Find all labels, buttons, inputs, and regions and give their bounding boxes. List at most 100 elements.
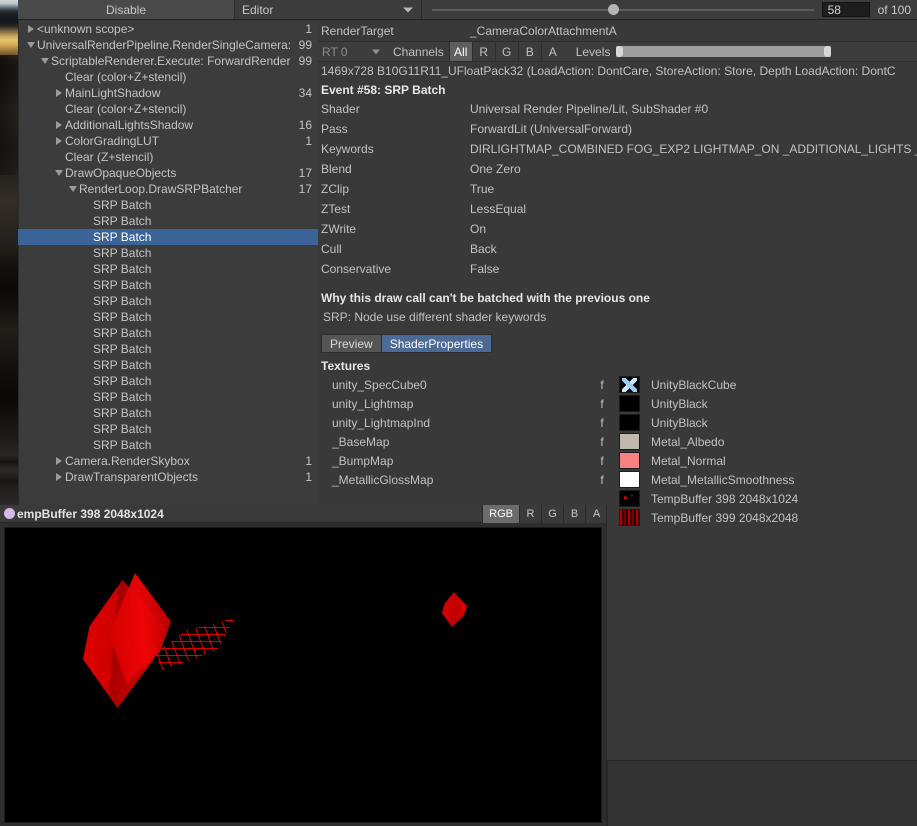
shader-state-key: ZTest xyxy=(318,202,470,216)
preview-channel-rgb[interactable]: RGB xyxy=(482,505,519,523)
channel-button-r[interactable]: R xyxy=(472,42,495,61)
texture-property-name: unity_LightmapInd xyxy=(318,416,588,430)
tree-row[interactable]: Clear (color+Z+stencil) xyxy=(18,101,318,117)
tree-row[interactable]: Camera.RenderSkybox1 xyxy=(18,453,318,469)
preview-texture-icon xyxy=(4,508,15,519)
tree-row[interactable]: UniversalRenderPipeline.RenderSingleCame… xyxy=(18,37,318,53)
tree-row-label: SRP Batch xyxy=(93,389,306,405)
disable-button[interactable]: Disable xyxy=(18,0,235,19)
tree-row-label: SRP Batch xyxy=(93,341,306,357)
tree-toggle-right-icon[interactable] xyxy=(52,457,65,465)
texture-swatch-black[interactable] xyxy=(619,414,640,431)
shader-state-key: Blend xyxy=(318,162,470,176)
temp-buffer-thumb xyxy=(620,491,639,506)
tree-toggle-down-icon[interactable] xyxy=(52,170,65,176)
tree-row[interactable]: DrawTransparentObjects1 xyxy=(18,469,318,485)
channel-button-g[interactable]: G xyxy=(495,42,518,61)
tree-row-count: 1 xyxy=(305,21,312,37)
tree-row[interactable]: ScriptableRenderer.Execute: ForwardRende… xyxy=(18,53,318,69)
tree-row-label: DrawTransparentObjects xyxy=(65,469,299,485)
tree-row[interactable]: ColorGradingLUT1 xyxy=(18,133,318,149)
chevron-down-icon xyxy=(41,58,49,64)
texture-row: unity_LightmapIndfUnityBlack xyxy=(318,413,917,432)
tree-row[interactable]: SRP Batch xyxy=(18,373,318,389)
tab-shaderproperties[interactable]: ShaderProperties xyxy=(381,334,492,353)
tree-row-label: SRP Batch xyxy=(93,261,306,277)
tree-row-label: SRP Batch xyxy=(93,197,306,213)
tree-row[interactable]: SRP Batch xyxy=(18,437,318,453)
cubemap-cross-icon xyxy=(622,378,637,392)
preview-channel-b[interactable]: B xyxy=(563,505,585,523)
preview-shape-small xyxy=(442,592,467,627)
tree-toggle-right-icon[interactable] xyxy=(52,121,65,129)
texture-value: Metal_MetallicSmoothness xyxy=(640,473,794,487)
tree-row[interactable]: Clear (color+Z+stencil) xyxy=(18,69,318,85)
preview-channel-g[interactable]: G xyxy=(541,505,563,523)
detail-tab-bar[interactable]: PreviewShaderProperties xyxy=(318,334,917,353)
texture-row: unity_SpecCube0fUnityBlackCube xyxy=(318,375,917,394)
tree-row[interactable]: SRP Batch xyxy=(18,229,318,245)
texture-swatch-temp399[interactable] xyxy=(619,509,640,526)
frame-event-tree[interactable]: <unknown scope>1UniversalRenderPipeline.… xyxy=(18,21,318,505)
tree-row[interactable]: AdditionalLightsShadow16 xyxy=(18,117,318,133)
preview-channel-r[interactable]: R xyxy=(519,505,541,523)
event-index-input[interactable]: 58 xyxy=(822,2,870,17)
texture-swatch-albedo[interactable] xyxy=(619,433,640,450)
texture-swatch-speccube[interactable] xyxy=(619,376,640,393)
tree-row[interactable]: SRP Batch xyxy=(18,197,318,213)
tree-toggle-down-icon[interactable] xyxy=(38,58,51,64)
texture-swatch-black[interactable] xyxy=(619,395,640,412)
chevron-right-icon xyxy=(28,25,34,33)
event-slider[interactable] xyxy=(422,0,822,19)
tree-toggle-down-icon[interactable] xyxy=(66,186,79,192)
channel-button-a[interactable]: A xyxy=(541,42,564,61)
channel-button-all[interactable]: All xyxy=(449,42,472,61)
tree-row[interactable]: SRP Batch xyxy=(18,293,318,309)
levels-min-handle[interactable] xyxy=(616,46,623,57)
tree-row-count: 17 xyxy=(299,181,312,197)
texture-swatch-white[interactable] xyxy=(619,471,640,488)
levels-max-handle[interactable] xyxy=(824,46,831,57)
tree-row-label: MainLightShadow xyxy=(65,85,293,101)
tree-toggle-right-icon[interactable] xyxy=(52,89,65,97)
tree-row[interactable]: SRP Batch xyxy=(18,325,318,341)
preview-channel-a[interactable]: A xyxy=(585,505,607,523)
tree-toggle-right-icon[interactable] xyxy=(52,473,65,481)
render-target-label: RenderTarget xyxy=(318,24,470,38)
tree-row[interactable]: SRP Batch xyxy=(18,405,318,421)
tree-row[interactable]: MainLightShadow34 xyxy=(18,85,318,101)
shader-state-value: False xyxy=(470,262,917,276)
texture-swatch-normal[interactable] xyxy=(619,452,640,469)
channel-button-b[interactable]: B xyxy=(518,42,541,61)
tree-toggle-down-icon[interactable] xyxy=(24,42,37,48)
texture-row: unity_LightmapfUnityBlack xyxy=(318,394,917,413)
tree-row-label: AdditionalLightsShadow xyxy=(65,117,293,133)
texture-swatch-temp398[interactable] xyxy=(619,490,640,507)
tree-row[interactable]: SRP Batch xyxy=(18,261,318,277)
tree-row[interactable]: SRP Batch xyxy=(18,421,318,437)
tree-row[interactable]: SRP Batch xyxy=(18,245,318,261)
tree-toggle-right-icon[interactable] xyxy=(52,137,65,145)
preview-canvas[interactable] xyxy=(4,527,602,823)
event-slider-knob[interactable] xyxy=(608,4,619,15)
tree-row[interactable]: SRP Batch xyxy=(18,341,318,357)
tree-row[interactable]: SRP Batch xyxy=(18,213,318,229)
tree-toggle-right-icon[interactable] xyxy=(24,25,37,33)
target-dropdown[interactable]: Editor xyxy=(235,0,422,19)
tab-preview[interactable]: Preview xyxy=(321,334,381,353)
tree-row[interactable]: SRP Batch xyxy=(18,309,318,325)
texture-value: UnityBlackCube xyxy=(640,378,736,392)
tree-row[interactable]: RenderLoop.DrawSRPBatcher17 xyxy=(18,181,318,197)
chevron-down-icon xyxy=(55,170,63,176)
chevron-right-icon xyxy=(56,121,62,129)
tree-row[interactable]: <unknown scope>1 xyxy=(18,21,318,37)
tree-row[interactable]: SRP Batch xyxy=(18,389,318,405)
tree-row[interactable]: Clear (Z+stencil) xyxy=(18,149,318,165)
tree-row[interactable]: SRP Batch xyxy=(18,357,318,373)
rt-select-dropdown[interactable]: RT 0 xyxy=(318,42,388,61)
tree-row[interactable]: SRP Batch xyxy=(18,277,318,293)
shader-state-key: Cull xyxy=(318,242,470,256)
tree-row-label: ColorGradingLUT xyxy=(65,133,299,149)
levels-range-slider[interactable] xyxy=(616,46,831,57)
tree-row[interactable]: DrawOpaqueObjects17 xyxy=(18,165,318,181)
